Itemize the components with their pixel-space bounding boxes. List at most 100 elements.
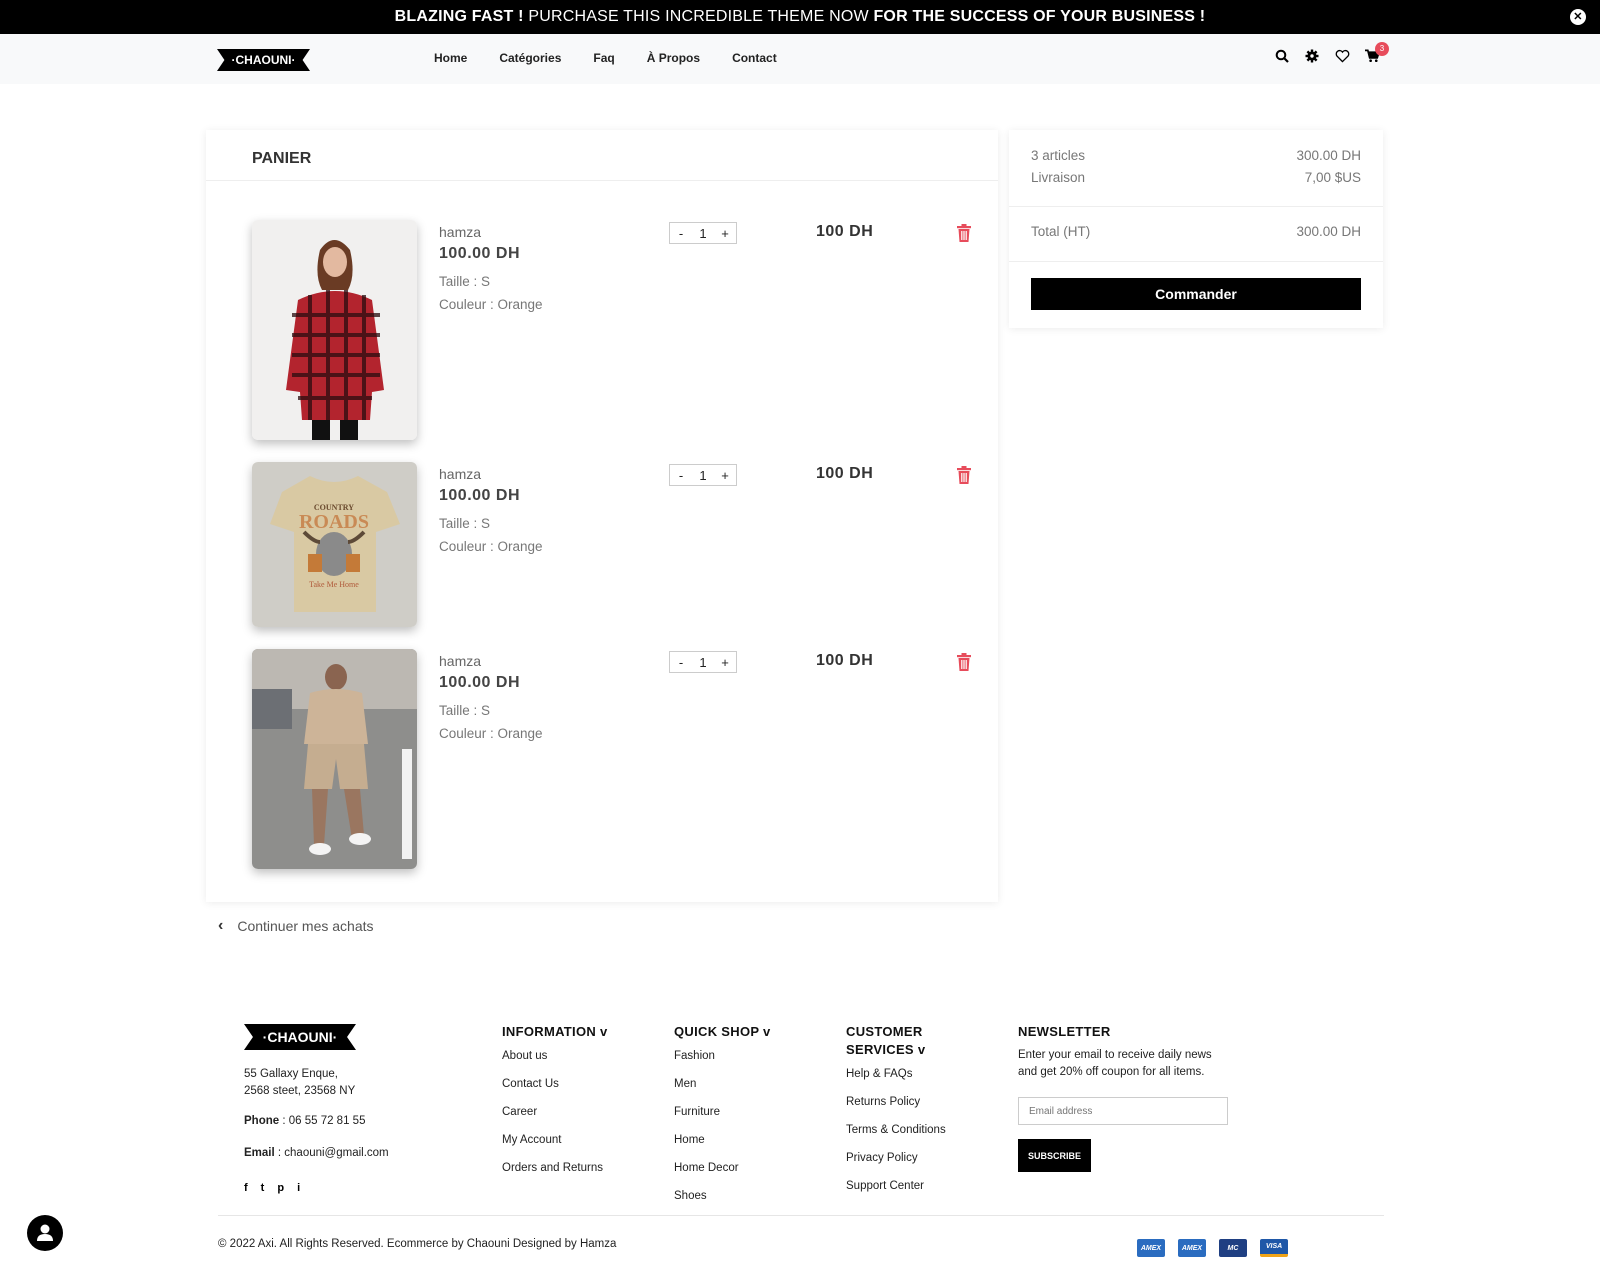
promo-text: BLAZING FAST ! PURCHASE THIS INCREDIBLE … <box>394 8 1206 25</box>
trash-icon[interactable] <box>957 224 971 242</box>
product-price: 100.00 DH <box>439 487 520 504</box>
quantity-stepper: - 1 + <box>669 651 737 673</box>
summary-articles: 3 articles 300.00 DH <box>1031 148 1361 163</box>
shipping-value: 7,00 $US <box>1304 170 1361 185</box>
trash-icon[interactable] <box>957 466 971 484</box>
customer-services-title[interactable]: CUSTOMER SERVICES v <box>846 1023 946 1059</box>
product-image[interactable] <box>252 649 417 869</box>
product-size: Taille : S <box>439 516 491 531</box>
increase-button[interactable]: + <box>714 655 736 670</box>
close-icon[interactable]: ✕ <box>1570 9 1586 25</box>
quantity-stepper: - 1 + <box>669 464 737 486</box>
nav-contact[interactable]: Contact <box>732 51 777 65</box>
decrease-button[interactable]: - <box>670 655 692 670</box>
footer-link[interactable]: Privacy Policy <box>846 1152 946 1180</box>
site-logo[interactable]: ·CHAOUNI· <box>217 49 310 71</box>
total-label: Total (HT) <box>1031 224 1091 239</box>
search-icon[interactable] <box>1274 49 1290 65</box>
newsletter-text: Enter your email to receive daily news a… <box>1018 1049 1212 1078</box>
copyright: © 2022 Axi. All Rights Reserved. Ecommer… <box>218 1238 617 1250</box>
continue-shopping-link[interactable]: ‹ Continuer mes achats <box>218 917 374 935</box>
footer-link[interactable]: Contact Us <box>502 1078 608 1106</box>
email-label: Email <box>244 1147 275 1159</box>
product-image[interactable] <box>252 220 417 440</box>
footer-link[interactable]: Shoes <box>674 1190 771 1218</box>
footer-link[interactable]: Career <box>502 1106 608 1134</box>
social-links: f t p i <box>244 1182 300 1194</box>
divider <box>1009 261 1383 262</box>
increase-button[interactable]: + <box>714 468 736 483</box>
cart-icon[interactable]: 3 <box>1364 42 1389 65</box>
instagram-icon[interactable]: i <box>297 1182 300 1194</box>
cart-panel: PANIER hamza 100.00 DH Taille : S Couleu… <box>206 130 998 902</box>
articles-label: 3 articles <box>1031 148 1086 163</box>
product-image[interactable]: COUNTRY ROADS Take Me Home <box>252 462 417 627</box>
address-line: 55 Gallaxy Enque, <box>244 1068 338 1080</box>
mastercard-icon: MC <box>1219 1239 1247 1257</box>
footer-link[interactable]: About us <box>502 1050 608 1078</box>
quantity-stepper: - 1 + <box>669 222 737 244</box>
nav-faq[interactable]: Faq <box>593 51 614 65</box>
quantity-value[interactable]: 1 <box>692 655 714 670</box>
product-price: 100.00 DH <box>439 674 520 691</box>
footer-link[interactable]: Home <box>674 1134 771 1162</box>
product-color: Couleur : Orange <box>439 539 543 554</box>
nav-categories[interactable]: Catégories <box>499 51 561 65</box>
footer-logo[interactable]: ·CHAOUNI· <box>244 1024 356 1050</box>
summary-shipping: Livraison 7,00 $US <box>1031 170 1361 185</box>
footer-link[interactable]: Help & FAQs <box>846 1068 946 1096</box>
footer-link[interactable]: Support Center <box>846 1180 946 1208</box>
newsletter-email-input[interactable] <box>1018 1097 1228 1125</box>
line-total: 100 DH <box>816 652 874 669</box>
divider <box>1009 206 1383 207</box>
product-size: Taille : S <box>439 703 491 718</box>
promo-bar: BLAZING FAST ! PURCHASE THIS INCREDIBLE … <box>0 0 1600 34</box>
product-name[interactable]: hamza <box>439 224 481 240</box>
gear-icon[interactable] <box>1304 49 1320 65</box>
footer-quickshop: QUICK SHOP v Fashion Men Furniture Home … <box>674 1023 771 1218</box>
decrease-button[interactable]: - <box>670 226 692 241</box>
quantity-value[interactable]: 1 <box>692 226 714 241</box>
svg-text:ROADS: ROADS <box>299 511 369 533</box>
amex-icon: AMEX <box>1178 1239 1206 1257</box>
divider <box>218 1215 1384 1216</box>
summary-total: Total (HT) 300.00 DH <box>1031 224 1361 239</box>
decrease-button[interactable]: - <box>670 468 692 483</box>
trash-icon[interactable] <box>957 653 971 671</box>
footer-link[interactable]: Home Decor <box>674 1162 771 1190</box>
cart-title: PANIER <box>252 150 312 167</box>
information-title[interactable]: INFORMATION v <box>502 1023 608 1041</box>
quickshop-title[interactable]: QUICK SHOP v <box>674 1023 771 1041</box>
visa-icon: VISA <box>1260 1239 1288 1257</box>
checkout-button[interactable]: Commander <box>1031 278 1361 310</box>
nav-about[interactable]: À Propos <box>647 51 700 65</box>
newsletter-title: NEWSLETTER <box>1018 1024 1111 1039</box>
phone-value: : 06 55 72 81 55 <box>279 1115 366 1127</box>
increase-button[interactable]: + <box>714 226 736 241</box>
site-header: ·CHAOUNI· Home Catégories Faq À Propos C… <box>0 34 1600 84</box>
main-nav: Home Catégories Faq À Propos Contact <box>434 51 809 65</box>
footer-link[interactable]: My Account <box>502 1134 608 1162</box>
footer-link[interactable]: Terms & Conditions <box>846 1124 946 1152</box>
footer-link[interactable]: Fashion <box>674 1050 771 1078</box>
facebook-icon[interactable]: f <box>244 1182 248 1194</box>
product-name[interactable]: hamza <box>439 653 481 669</box>
heart-icon[interactable] <box>1334 49 1350 65</box>
pinterest-icon[interactable]: p <box>277 1182 284 1194</box>
user-icon[interactable] <box>27 1215 63 1251</box>
footer-information: INFORMATION v About us Contact Us Career… <box>502 1023 608 1190</box>
subscribe-button[interactable]: SUBSCRIBE <box>1018 1139 1091 1172</box>
footer-link[interactable]: Returns Policy <box>846 1096 946 1124</box>
footer-link[interactable]: Orders and Returns <box>502 1162 608 1190</box>
line-total: 100 DH <box>816 465 874 482</box>
chevron-left-icon: ‹ <box>218 917 224 934</box>
nav-home[interactable]: Home <box>434 51 467 65</box>
divider <box>206 180 998 181</box>
product-name[interactable]: hamza <box>439 466 481 482</box>
quantity-value[interactable]: 1 <box>692 468 714 483</box>
payment-methods: AMEX AMEX MC VISA <box>1137 1239 1288 1257</box>
twitter-icon[interactable]: t <box>261 1182 265 1194</box>
footer-link[interactable]: Men <box>674 1078 771 1106</box>
footer-link[interactable]: Furniture <box>674 1106 771 1134</box>
continue-label: Continuer mes achats <box>237 918 374 934</box>
